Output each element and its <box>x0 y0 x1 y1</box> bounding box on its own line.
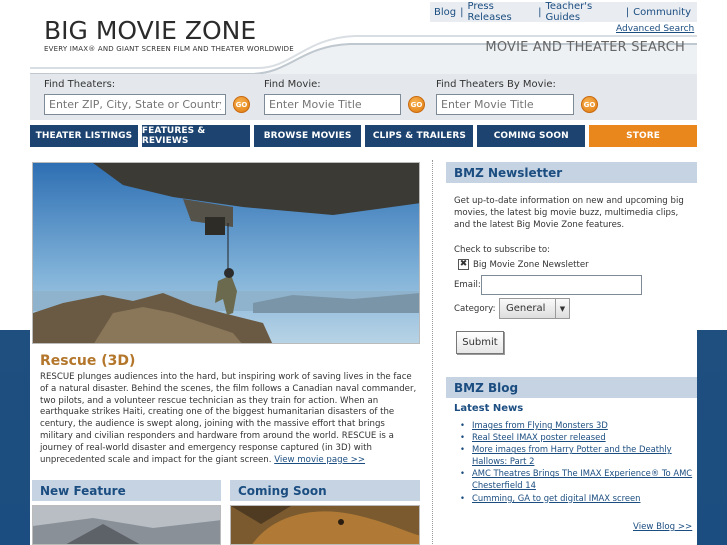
feature-description: RESCUE plunges audiences into the hard, … <box>40 372 418 466</box>
nav-features-reviews[interactable]: FEATURES & REVIEWS <box>141 125 250 147</box>
new-feature-image[interactable] <box>32 505 221 545</box>
find-theaters-go-button[interactable]: GO <box>233 96 250 113</box>
find-theaters-input[interactable] <box>44 94 226 115</box>
top-link-teachers-guides[interactable]: Teacher's Guides <box>541 1 625 23</box>
blog-link[interactable]: AMC Theatres Brings The IMAX Experience®… <box>472 468 692 490</box>
nav-browse-movies[interactable]: BROWSE MOVIES <box>253 125 362 147</box>
top-link-blog[interactable]: Blog <box>430 7 460 18</box>
find-movie-go-button[interactable]: GO <box>408 96 425 113</box>
email-field[interactable] <box>481 275 642 295</box>
feature-title[interactable]: Rescue (3D) <box>40 353 135 369</box>
latest-news-heading: Latest News <box>454 403 524 414</box>
nav-store[interactable]: STORE <box>589 125 697 147</box>
find-movie-group: Find Movie: GO <box>264 79 425 115</box>
advanced-search-link[interactable]: Advanced Search <box>616 24 694 34</box>
search-bar: Find Theaters: GO Find Movie: GO Find Th… <box>30 74 697 120</box>
feature-text: RESCUE plunges audiences into the hard, … <box>40 372 417 465</box>
blog-link[interactable]: Images from Flying Monsters 3D <box>472 420 608 430</box>
newsletter-option-label: Big Movie Zone Newsletter <box>473 259 589 270</box>
list-item: More images from Harry Potter and the De… <box>460 443 697 467</box>
find-theaters-label: Find Theaters: <box>44 79 116 90</box>
top-link-community[interactable]: Community <box>629 7 695 18</box>
newsletter-heading: BMZ Newsletter <box>446 162 697 183</box>
blog-heading: BMZ Blog <box>446 377 697 398</box>
subscribe-label: Check to subscribe to: <box>454 245 551 255</box>
find-by-movie-input[interactable] <box>436 94 574 115</box>
list-item: Images from Flying Monsters 3D <box>460 419 697 431</box>
main-nav: THEATER LISTINGS FEATURES & REVIEWS BROW… <box>30 125 697 147</box>
coming-soon-image[interactable] <box>230 505 420 545</box>
new-feature-heading: New Feature <box>32 480 221 501</box>
page: BIG MOVIE ZONE EVERY IMAX® AND GIANT SCR… <box>30 0 697 545</box>
category-select[interactable]: General ▼ <box>499 298 570 319</box>
coming-soon-heading: Coming Soon <box>230 480 420 501</box>
list-item: Real Steel IMAX poster released <box>460 431 697 443</box>
find-by-movie-go-button[interactable]: GO <box>581 96 598 113</box>
feature-image[interactable] <box>32 162 420 344</box>
top-links: Blog | Press Releases | Teacher's Guides | … <box>430 1 697 23</box>
newsletter-description: Get up-to-date information on new and up… <box>454 196 684 230</box>
top-link-press-releases[interactable]: Press Releases <box>463 1 538 23</box>
email-label: Email: <box>454 280 481 290</box>
view-blog-link[interactable]: View Blog >> <box>633 522 692 532</box>
find-by-movie-label: Find Theaters By Movie: <box>436 79 556 90</box>
find-theaters-group: Find Theaters: GO <box>44 79 250 115</box>
blog-link[interactable]: More images from Harry Potter and the De… <box>472 444 672 466</box>
newsletter-option: ✖ Big Movie Zone Newsletter <box>458 259 589 270</box>
find-movie-input[interactable] <box>264 94 401 115</box>
list-item: AMC Theatres Brings The IMAX Experience®… <box>460 467 697 491</box>
section-title: MOVIE AND THEATER SEARCH <box>485 40 685 55</box>
nav-theater-listings[interactable]: THEATER LISTINGS <box>30 125 138 147</box>
blog-link[interactable]: Cumming, GA to get digital IMAX screen <box>472 493 640 503</box>
submit-button[interactable]: Submit <box>456 331 504 354</box>
category-label: Category: <box>454 304 496 314</box>
blog-list: Images from Flying Monsters 3D Real Stee… <box>460 419 697 504</box>
list-item: Cumming, GA to get digital IMAX screen <box>460 492 697 504</box>
view-movie-page-link[interactable]: View movie page >> <box>274 455 365 465</box>
nav-clips-trailers[interactable]: CLIPS & TRAILERS <box>365 125 474 147</box>
newsletter-checkbox[interactable]: ✖ <box>458 259 469 270</box>
blog-link[interactable]: Real Steel IMAX poster released <box>472 432 606 442</box>
nav-coming-soon[interactable]: COMING SOON <box>477 125 586 147</box>
find-movie-label: Find Movie: <box>264 79 321 90</box>
category-value: General <box>506 303 546 314</box>
find-by-movie-group: Find Theaters By Movie: GO <box>436 79 598 115</box>
chevron-down-icon: ▼ <box>555 299 569 318</box>
column-divider <box>432 160 433 545</box>
